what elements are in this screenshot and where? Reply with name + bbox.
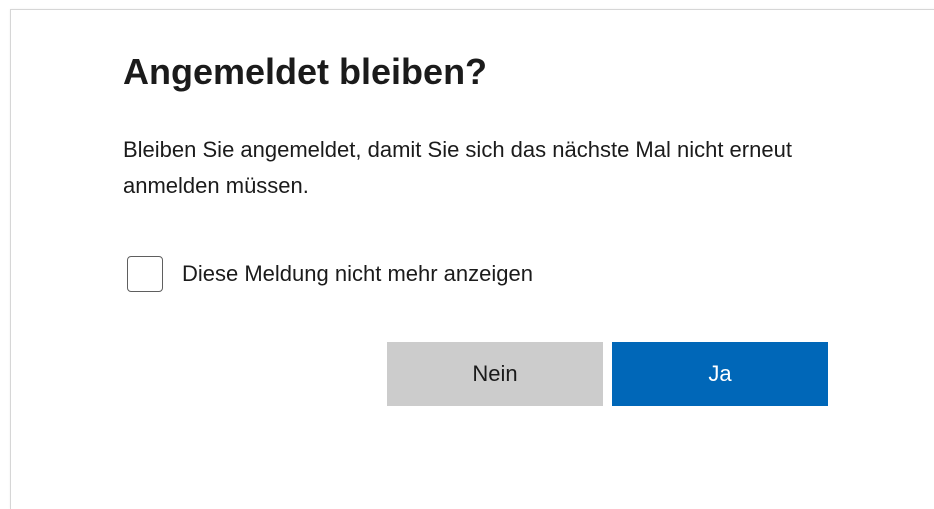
dont-show-again-label[interactable]: Diese Meldung nicht mehr anzeigen (182, 261, 533, 287)
dont-show-again-checkbox[interactable] (127, 256, 163, 292)
dialog-description: Bleiben Sie angemeldet, damit Sie sich d… (123, 137, 792, 198)
no-button[interactable]: Nein (387, 342, 603, 406)
stay-signed-in-dialog: Angemeldet bleiben? Bleiben Sie angemeld… (10, 9, 934, 509)
dialog-title: Angemeldet bleiben? (123, 51, 488, 92)
yes-button[interactable]: Ja (612, 342, 828, 406)
dont-show-again-row[interactable]: Diese Meldung nicht mehr anzeigen (127, 252, 533, 296)
screen: Angemeldet bleiben? Bleiben Sie angemeld… (0, 0, 934, 509)
